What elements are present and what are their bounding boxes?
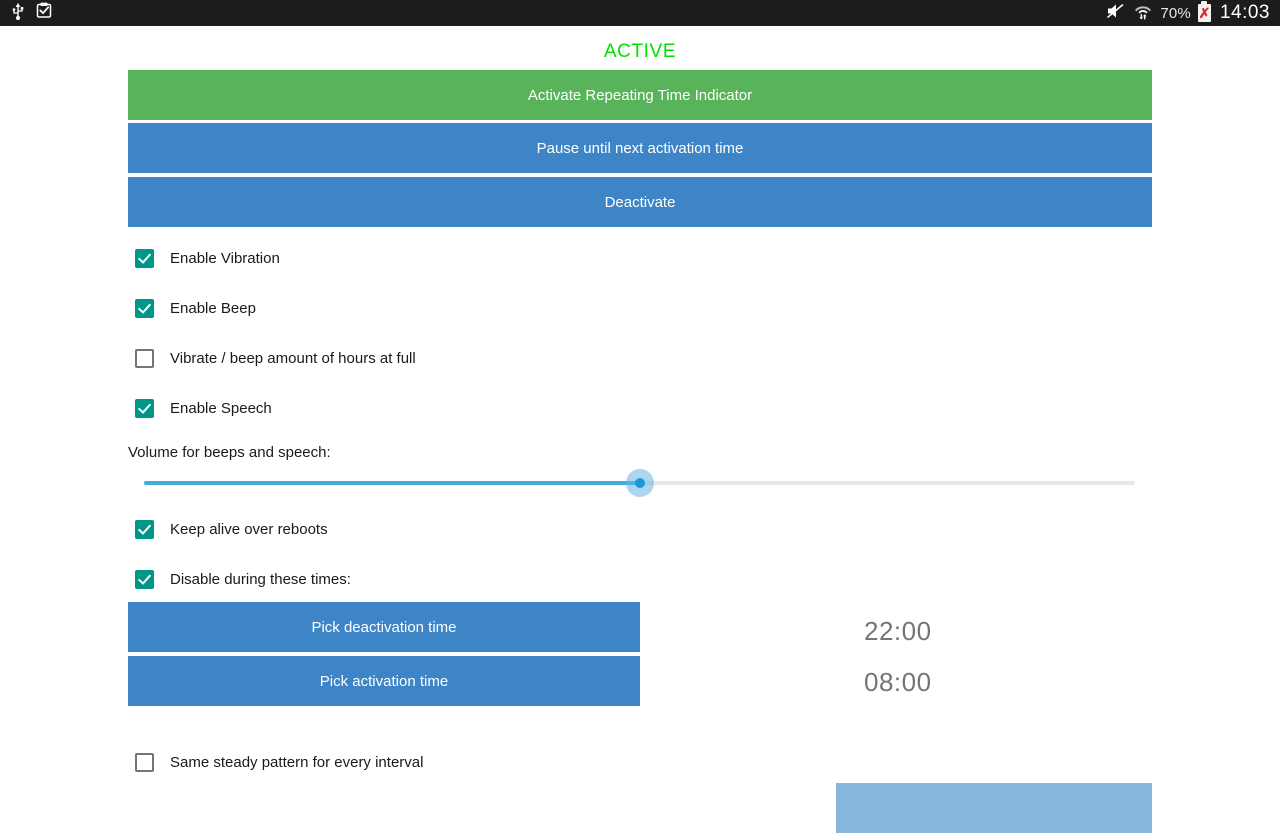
clipboard-check-icon [36, 2, 53, 24]
bottom-partial-button[interactable] [836, 783, 1152, 833]
checkbox-enable-speech[interactable] [135, 398, 154, 418]
battery-error-icon: ✗ [1197, 1, 1211, 22]
checkbox-label-keep-alive-over-reboots: Keep alive over reboots [170, 520, 328, 538]
active-status-label: ACTIVE [603, 41, 677, 62]
deactivate-button[interactable]: Deactivate [128, 177, 1152, 227]
checkbox-row-keep-alive-over-reboots[interactable]: Keep alive over reboots [135, 518, 328, 540]
status-bar-left-icons [0, 2, 53, 25]
volume-slider-fill [144, 481, 640, 485]
battery-percent: 70% [1160, 4, 1191, 22]
volume-slider-thumb[interactable] [634, 478, 645, 488]
checkbox-keep-alive-over-reboots[interactable] [135, 519, 154, 539]
mute-icon [1106, 2, 1126, 25]
checkbox-enable-beep[interactable] [135, 298, 154, 318]
status-bar: 70% ✗ 14:03 [0, 0, 1280, 26]
pick-deactivation-time-button[interactable]: Pick deactivation time [128, 602, 640, 652]
activation-time-value: 08:00 [864, 667, 932, 697]
pick-activation-time-button[interactable]: Pick activation time [128, 656, 640, 706]
checkbox-row-enable-beep[interactable]: Enable Beep [135, 297, 256, 319]
checkbox-row-enable-vibration[interactable]: Enable Vibration [135, 247, 280, 269]
activate-repeating-time-indicator-button[interactable]: Activate Repeating Time Indicator [128, 70, 1152, 120]
volume-slider-label: Volume for beeps and speech: [128, 444, 331, 461]
checkbox-label-same-steady-pattern: Same steady pattern for every interval [170, 753, 424, 771]
status-bar-clock: 14:03 [1219, 2, 1270, 23]
checkbox-label-disable-during-these-times: Disable during these times: [170, 570, 351, 588]
checkbox-row-disable-during-these-times[interactable]: Disable during these times: [135, 568, 351, 590]
checkbox-label-enable-vibration: Enable Vibration [170, 249, 280, 267]
status-bar-right-icons: 70% ✗ 14:03 [1106, 1, 1280, 25]
checkbox-label-vibrate-beep-hours: Vibrate / beep amount of hours at full [170, 349, 416, 367]
deactivation-time-value: 22:00 [864, 616, 932, 646]
usb-icon [10, 2, 26, 25]
checkbox-row-same-steady-pattern[interactable]: Same steady pattern for every interval [135, 751, 423, 773]
app-content: ACTIVE Activate Repeating Time Indicator… [0, 26, 1280, 833]
wifi-icon [1133, 2, 1153, 25]
pause-until-next-activation-button[interactable]: Pause until next activation time [128, 123, 1152, 173]
checkbox-row-vibrate-beep-hours[interactable]: Vibrate / beep amount of hours at full [135, 347, 416, 369]
checkbox-enable-vibration[interactable] [135, 248, 154, 268]
volume-slider[interactable] [144, 469, 1135, 497]
checkbox-vibrate-beep-hours[interactable] [135, 348, 154, 368]
checkbox-label-enable-beep: Enable Beep [170, 299, 256, 317]
checkbox-row-enable-speech[interactable]: Enable Speech [135, 397, 272, 419]
checkbox-same-steady-pattern[interactable] [135, 752, 154, 772]
checkbox-label-enable-speech: Enable Speech [170, 399, 272, 417]
checkbox-disable-during-these-times[interactable] [135, 569, 154, 589]
